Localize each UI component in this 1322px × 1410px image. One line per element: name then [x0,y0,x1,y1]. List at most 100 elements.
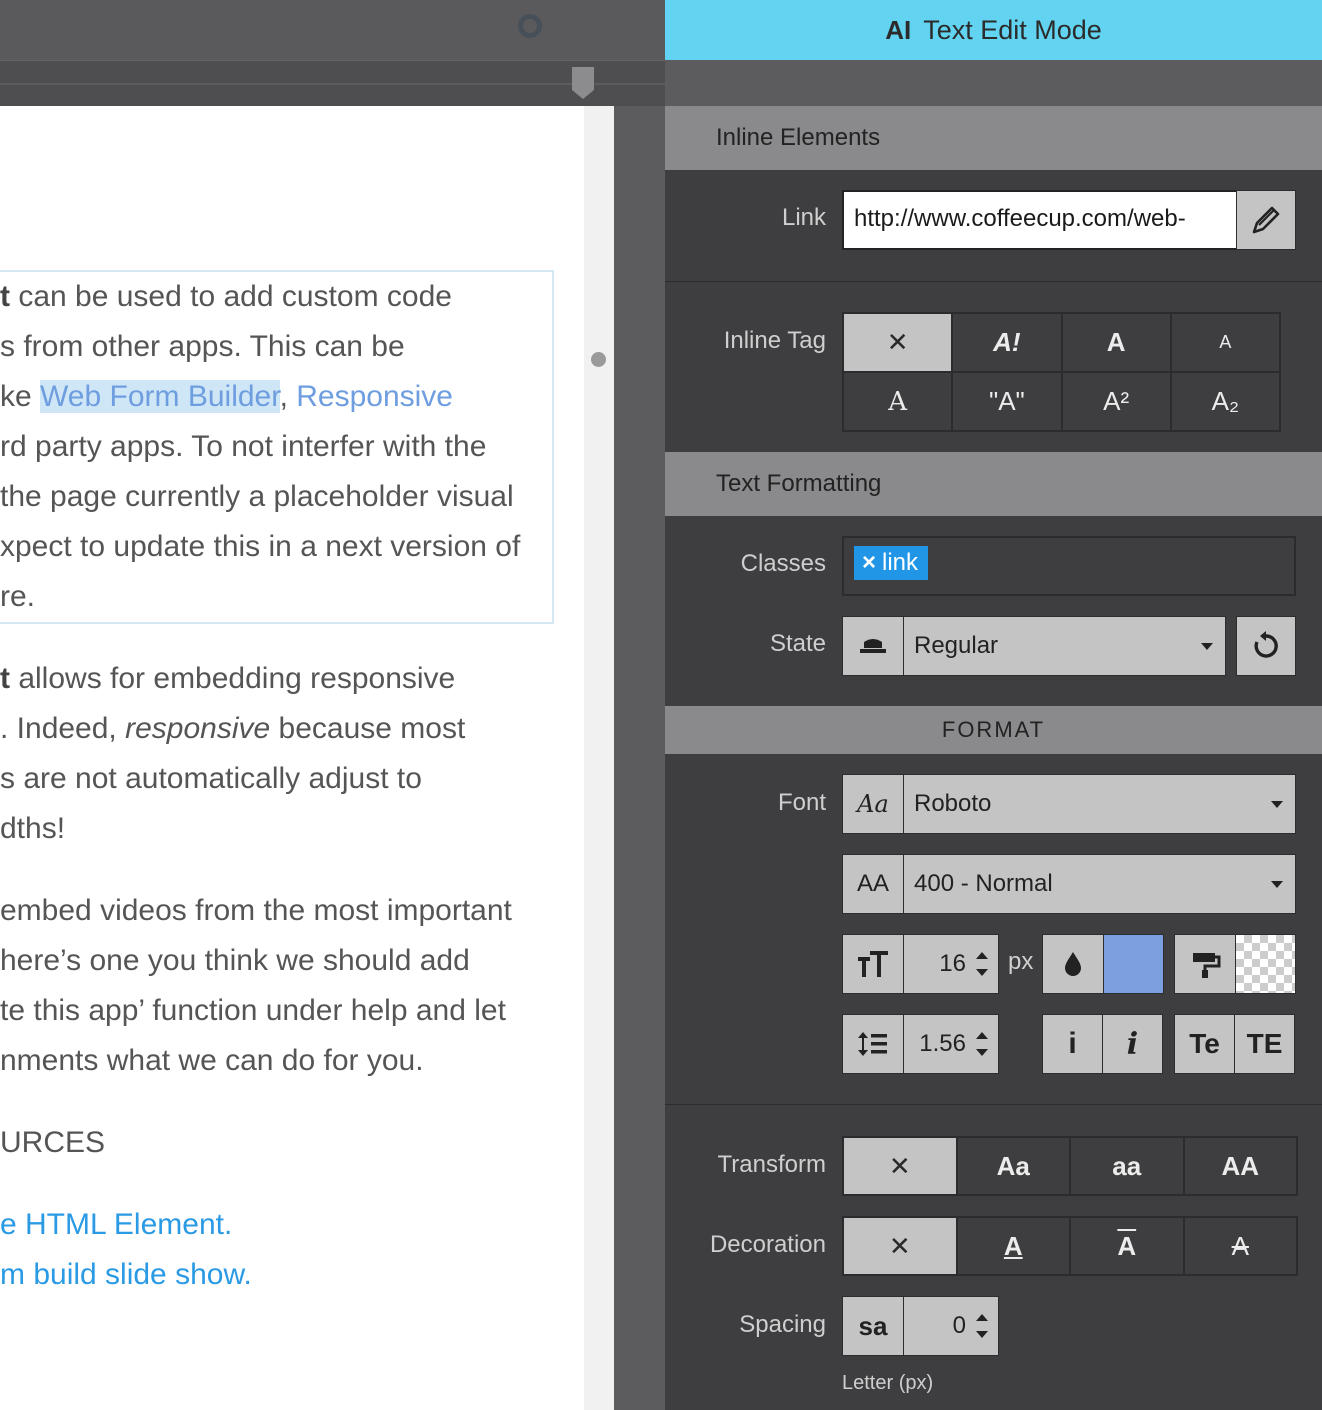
transform-group: ✕ Aa aa AA [842,1136,1298,1196]
resize-handle[interactable] [591,352,606,367]
font-size-icon [842,934,904,994]
reset-icon [1254,631,1278,658]
resources-heading[interactable]: URCES [0,1118,105,1168]
selected-link[interactable]: Web Form Builder [40,380,280,413]
text-color-swatch[interactable] [1103,934,1164,994]
stepper-up-icon[interactable] [976,1032,988,1039]
state-icon-button[interactable] [842,616,904,676]
resource-link-2[interactable]: m build slide show. [0,1250,252,1300]
font-weight-icon[interactable]: AA [842,854,904,914]
line-height-input[interactable]: 1.56 [903,1014,999,1074]
case-small-caps-button[interactable]: TE [1234,1014,1295,1074]
droplet-icon [1065,952,1081,976]
stepper-down-icon[interactable] [976,1049,988,1056]
chevron-down-icon [1201,643,1213,650]
transform-none[interactable]: ✕ [843,1137,957,1195]
text-line: xpect to update this in a next version o… [0,530,521,563]
inline-tag-grid: ✕ A! A A A "A" A² A₂ [842,312,1281,432]
font-label: Font [777,789,826,816]
font-weight-select[interactable]: 400 - Normal [903,854,1296,914]
decoration-group: ✕ A A A [842,1216,1298,1276]
canvas-margin [614,106,665,1410]
state-icon [860,639,886,653]
text-line: te this app’ function under help and let [0,994,506,1027]
link-responsive[interactable]: Responsive [296,380,453,413]
stepper-up-icon[interactable] [976,1314,988,1321]
inline-tag-code[interactable]: A [843,372,953,431]
canvas-scroll-gutter [584,106,614,1410]
spacing-label: Spacing [739,1311,826,1338]
page-canvas[interactable]: t can be used to add custom code s from … [0,106,584,1410]
decoration-line-through[interactable]: A [1183,1217,1297,1275]
paragraph-1[interactable]: t can be used to add custom code s from … [0,272,520,622]
text-line: embed videos from the most important [0,894,512,927]
reset-state-button[interactable] [1236,616,1296,676]
stepper-up-icon[interactable] [976,952,988,959]
text-line: rd party apps. To not interfer with the [0,430,487,463]
ruler-track [0,83,665,85]
class-tag-link[interactable]: × link [854,546,929,580]
remove-tag-icon[interactable]: × [862,549,876,576]
mode-header: AI Text Edit Mode [665,0,1322,60]
line-spacing-icon [858,1032,887,1056]
stepper-down-icon[interactable] [976,969,988,976]
font-icon[interactable]: Aa [842,774,904,834]
text-line: the page currently a placeholder visual [0,480,514,513]
transform-lowercase[interactable]: aa [1070,1137,1184,1195]
inline-tag-label: Inline Tag [723,327,826,354]
state-label: State [769,630,826,657]
resource-link-1[interactable]: e HTML Element. [0,1200,232,1250]
inline-tag-quote[interactable]: "A" [952,372,1062,431]
inline-tag-none[interactable]: ✕ [843,313,953,372]
text-color-icon [1042,934,1104,994]
breakpoint-ruler [0,60,665,106]
text-line: dths! [0,812,66,845]
paragraph-3[interactable]: embed videos from the most important her… [0,886,512,1086]
background-color-swatch[interactable] [1235,934,1296,994]
paragraph-2[interactable]: t allows for embedding responsive . Inde… [0,654,465,854]
background-color-icon [1174,934,1236,994]
link-label: Link [781,204,826,231]
state-select[interactable]: Regular [903,616,1226,676]
case-normal-button[interactable]: Te [1174,1014,1235,1074]
section-text-formatting[interactable]: Text Formatting [665,452,1322,516]
text-line: s are not automatically adjust to [0,762,422,795]
text-line: t allows for embedding responsive [0,662,456,695]
inline-tag-small[interactable]: A [1170,313,1280,372]
decoration-label: Decoration [709,1231,826,1258]
text-line: re. [0,580,36,613]
inline-tag-em-strong[interactable]: A! [952,313,1062,372]
decoration-overline[interactable]: A [1070,1217,1184,1275]
transform-capitalize[interactable]: Aa [956,1137,1070,1195]
inline-tag-subscript[interactable]: A₂ [1170,372,1280,431]
chevron-down-icon [1271,881,1283,888]
italic-on-button[interactable]: i [1102,1014,1163,1074]
section-inline-elements[interactable]: Inline Elements [665,106,1322,170]
chevron-down-icon [1271,801,1283,808]
letter-spacing-input[interactable]: 0 [903,1296,999,1356]
font-size-unit: px [1008,948,1034,975]
decoration-underline[interactable]: A [956,1217,1070,1275]
edit-link-button[interactable] [1236,190,1296,250]
mode-title: Text Edit Mode [923,14,1102,45]
transform-uppercase[interactable]: AA [1183,1137,1297,1195]
letter-spacing-caption: Letter (px) [842,1372,934,1394]
link-input[interactable]: http://www.coffeecup.com/web- [842,190,1238,250]
format-heading[interactable]: FORMAT [665,706,1322,754]
inline-tag-superscript[interactable]: A² [1061,372,1171,431]
font-size-input[interactable]: 16 [903,934,999,994]
text-line: . Indeed, responsive because most [0,712,466,745]
font-family-select[interactable]: Roboto [903,774,1296,834]
separator [665,281,1322,282]
text-line: ke Web Form Builder, Responsive [0,380,453,413]
paint-roller-icon [1193,953,1221,978]
record-icon[interactable] [518,14,542,38]
stepper-down-icon[interactable] [976,1331,988,1338]
ruler-handle[interactable] [572,67,594,99]
inline-tag-strong[interactable]: A [1061,313,1171,372]
pen-icon [1252,206,1280,234]
text-edit-icon: AI [885,14,912,45]
decoration-none[interactable]: ✕ [843,1217,957,1275]
italic-off-button[interactable]: i [1042,1014,1103,1074]
text-line: s from other apps. This can be [0,330,405,363]
